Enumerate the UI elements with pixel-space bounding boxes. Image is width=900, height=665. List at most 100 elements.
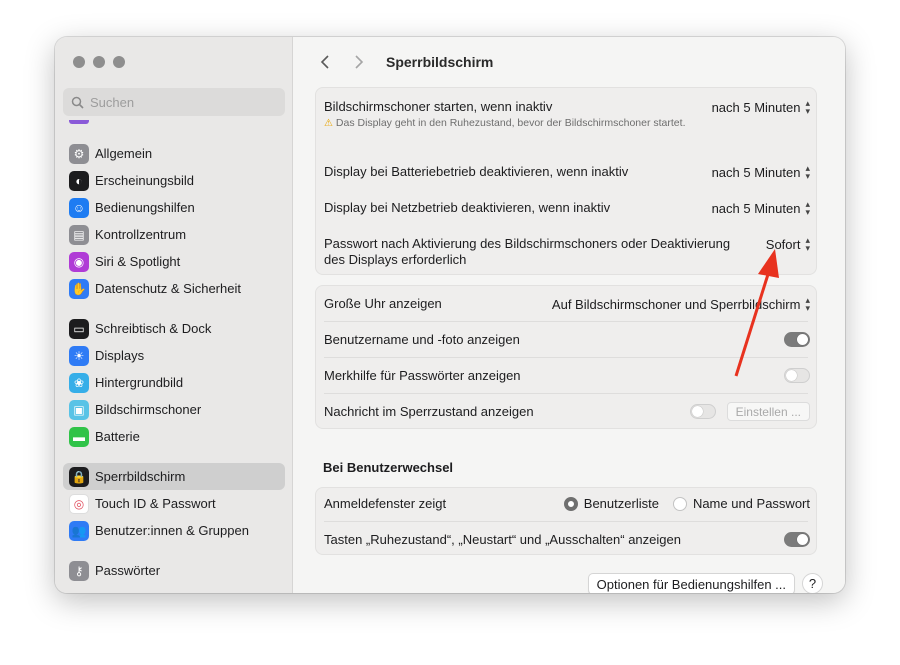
radio-name-password-label: Name und Passwort xyxy=(692,496,810,511)
accessibility-options-button[interactable]: Optionen für Bedienungshilfen ... xyxy=(587,573,795,593)
screensaver-warning: ⚠ Das Display geht in den Ruhezustand, b… xyxy=(324,116,694,131)
screensaver-label: Bildschirmschoner starten, wenn inaktiv xyxy=(324,99,553,114)
titlebar: Sperrbildschirm xyxy=(314,49,493,75)
fingerprint-icon: ◎ xyxy=(69,493,89,514)
radio-name-password[interactable]: Name und Passwort xyxy=(672,496,810,511)
users-icon: 👥 xyxy=(69,520,89,541)
login-window-label: Anmeldefenster zeigt xyxy=(324,496,447,511)
screensaver-popup[interactable]: nach 5 Minuten ▴ ▾ xyxy=(711,98,810,116)
lock-icon: 🔒 xyxy=(69,466,89,487)
sidebar-item[interactable]: ▤ Kontrollzentrum xyxy=(63,221,285,248)
set-message-button[interactable]: Einstellen ... xyxy=(726,402,810,421)
sidebar: ⚙ Allgemein ◐ Erscheinungsbild ☺ Bedienungshi… xyxy=(55,37,293,593)
password-value: Sofort xyxy=(765,236,801,252)
scrolled-item-fragment xyxy=(69,120,89,124)
appearance-icon: ◐ xyxy=(69,170,89,191)
divider xyxy=(324,321,808,322)
forward-button[interactable] xyxy=(348,50,370,74)
sidebar-item-label: Passwörter xyxy=(95,563,161,578)
sidebar-item-label: Erscheinungsbild xyxy=(95,173,195,188)
sidebar-item[interactable]: ❀ Hintergrundbild xyxy=(63,369,285,396)
battery-icon: ▬ xyxy=(69,426,89,447)
sidebar-item[interactable]: ⚷ Passwörter xyxy=(63,557,285,584)
back-button[interactable] xyxy=(314,50,336,74)
username-label: Benutzername und -foto anzeigen xyxy=(324,332,520,347)
radio-user-list[interactable]: Benutzerliste xyxy=(563,496,659,511)
radio-user-list-label: Benutzerliste xyxy=(583,496,659,511)
radio-unselected-icon xyxy=(672,496,687,511)
warning-icon: ⚠ xyxy=(324,118,333,129)
sidebar-item[interactable]: ☺ Bedienungshilfen xyxy=(63,194,285,221)
message-label: Nachricht im Sperrzustand anzeigen xyxy=(324,404,534,419)
sidebar-item-label: Benutzer:innen & Gruppen xyxy=(95,523,249,538)
battery-popup[interactable]: nach 5 Minuten ▴ ▾ xyxy=(711,164,810,181)
power-buttons-toggle[interactable] xyxy=(784,532,810,547)
battery-label: Display bei Batteriebetrieb deaktivieren… xyxy=(324,164,629,179)
control-center-icon: ▤ xyxy=(69,224,89,245)
help-button[interactable]: ? xyxy=(802,573,823,593)
zoom-window-button[interactable] xyxy=(113,56,125,68)
sidebar-item-label: Displays xyxy=(95,348,145,363)
sidebar-item[interactable]: 👥 Benutzer:innen & Gruppen xyxy=(63,517,285,544)
screensaver-value: nach 5 Minuten xyxy=(711,99,801,115)
wallpaper-icon: ❀ xyxy=(69,372,89,393)
username-toggle[interactable] xyxy=(784,332,810,347)
login-window-options: Benutzerliste Name und Passwort xyxy=(550,496,810,511)
sidebar-item-label: Bedienungshilfen xyxy=(95,200,195,215)
sidebar-item-label: Bildschirmschoner xyxy=(95,402,202,417)
sidebar-item-label: Touch ID & Passwort xyxy=(95,496,216,511)
sidebar-item[interactable]: ⚙ Allgemein xyxy=(63,140,285,167)
close-window-button[interactable] xyxy=(73,56,85,68)
gear-icon: ⚙ xyxy=(69,143,89,164)
sidebar-item[interactable]: ◎ Touch ID & Passwort xyxy=(63,490,285,517)
divider xyxy=(324,357,808,358)
sidebar-item-label: Batterie xyxy=(95,429,140,444)
sidebar-item[interactable]: ▣ Bildschirmschoner xyxy=(63,396,285,423)
search-icon xyxy=(71,96,84,109)
sidebar-item[interactable]: ◉ Siri & Spotlight xyxy=(63,248,285,275)
divider xyxy=(324,521,808,522)
sidebar-item-label: Kontrollzentrum xyxy=(95,227,187,242)
sidebar-item-label: Schreibtisch & Dock xyxy=(95,321,212,336)
settings-window: ⚙ Allgemein ◐ Erscheinungsbild ☺ Bedienungshi… xyxy=(55,37,845,593)
user-switch-heading: Bei Benutzerwechsel xyxy=(323,460,454,475)
sidebar-item-label: Datenschutz & Sicherheit xyxy=(95,281,241,296)
battery-value: nach 5 Minuten xyxy=(711,164,801,180)
search-input[interactable] xyxy=(90,94,260,110)
updown-chevron-icon: ▴ ▾ xyxy=(805,295,810,313)
screensaver-warning-text: Das Display geht in den Ruhezustand, bev… xyxy=(335,117,686,129)
page-title: Sperrbildschirm xyxy=(386,54,494,70)
sidebar-item[interactable]: ☀ Displays xyxy=(63,342,285,369)
password-popup[interactable]: Sofort ▴ ▾ xyxy=(765,235,810,253)
updown-chevron-icon: ▴ ▾ xyxy=(805,235,810,253)
power-buttons-label: Tasten „Ruhezustand“, „Neustart“ und „Au… xyxy=(324,532,681,547)
accessibility-icon: ☺ xyxy=(69,197,89,218)
hand-icon: ✋ xyxy=(69,278,89,299)
sidebar-item[interactable]: 🔒 Sperrbildschirm xyxy=(63,463,285,490)
sidebar-item-label: Allgemein xyxy=(95,146,153,161)
power-popup[interactable]: nach 5 Minuten ▴ ▾ xyxy=(711,200,810,217)
sidebar-item-label: Hintergrundbild xyxy=(95,375,184,390)
main-pane: Sperrbildschirm Bildschirmschoner starte… xyxy=(294,37,845,593)
lock-display-group: Große Uhr anzeigen Auf Bildschirmschoner… xyxy=(315,285,817,429)
divider xyxy=(324,393,808,394)
hint-toggle[interactable] xyxy=(784,368,810,383)
sidebar-item-label: Siri & Spotlight xyxy=(95,254,181,269)
user-switch-group: Anmeldefenster zeigt Benutzerliste Name … xyxy=(315,487,817,555)
sidebar-item[interactable]: ✋ Datenschutz & Sicherheit xyxy=(63,275,285,302)
sidebar-item[interactable]: ▬ Batterie xyxy=(63,423,285,450)
updown-chevron-icon: ▴ ▾ xyxy=(805,98,810,116)
minimize-window-button[interactable] xyxy=(93,56,105,68)
search-field[interactable] xyxy=(63,88,285,116)
window-controls xyxy=(73,56,125,68)
clock-popup[interactable]: Auf Bildschirmschoner und Sperrbildschir… xyxy=(552,295,810,313)
sidebar-item[interactable]: ◐ Erscheinungsbild xyxy=(63,167,285,194)
chevron-right-icon xyxy=(355,55,364,69)
chevron-left-icon xyxy=(320,55,329,69)
power-value: nach 5 Minuten xyxy=(711,200,801,216)
screensaver-icon: ▣ xyxy=(69,399,89,420)
siri-icon: ◉ xyxy=(69,251,89,272)
sidebar-item[interactable]: ▭ Schreibtisch & Dock xyxy=(63,315,285,342)
message-toggle[interactable] xyxy=(690,404,716,419)
key-icon: ⚷ xyxy=(69,560,89,581)
